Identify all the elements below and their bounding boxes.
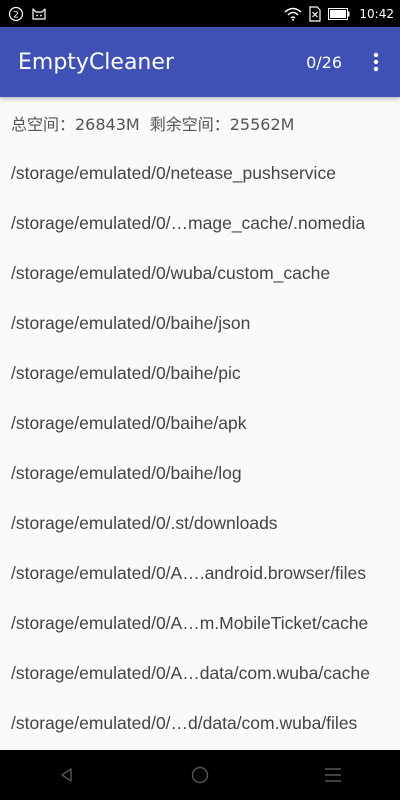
back-button[interactable] <box>47 755 87 795</box>
menu-lines-icon <box>325 768 342 782</box>
app-toolbar: EmptyCleaner 0/26 <box>0 27 400 97</box>
wifi-icon <box>284 7 302 21</box>
status-time: 10:42 <box>359 6 394 21</box>
list-item[interactable]: /storage/emulated/0/baihe/apk <box>11 398 396 448</box>
list-item[interactable]: /storage/emulated/0/.st/downloads <box>11 498 396 548</box>
list-item[interactable]: /storage/emulated/0/netease_pushservice <box>11 148 396 198</box>
status-bar-left: 2 <box>8 6 47 22</box>
list-item[interactable]: /storage/emulated/0/…d/data/com.wuba/fil… <box>11 698 396 748</box>
back-triangle-icon <box>60 768 72 782</box>
list-item[interactable]: /storage/emulated/0/baihe/pic <box>11 348 396 398</box>
list-item[interactable]: /storage/emulated/0/…mage_cache/.nomedia <box>11 198 396 248</box>
free-space-label: 剩余空间：25562M <box>149 115 295 134</box>
home-button[interactable] <box>180 755 220 795</box>
menu-button[interactable] <box>313 755 353 795</box>
total-space-label: 总空间：26843M <box>11 115 140 134</box>
battery-icon <box>328 7 350 20</box>
list-item[interactable]: /storage/emulated/0/wuba/custom_cache <box>11 248 396 298</box>
cat-icon <box>31 6 47 22</box>
overflow-menu-button[interactable] <box>366 42 386 82</box>
storage-space-info: 总空间：26843M 剩余空间：25562M <box>11 111 304 135</box>
folder-list[interactable]: 总空间：26843M 剩余空间：25562M /storage/emulated/… <box>0 97 400 750</box>
list-item[interactable]: /storage/emulated/0/A…m.MobileTicket/cac… <box>11 598 396 648</box>
selection-counter: 0/26 <box>306 52 342 72</box>
list-item[interactable]: /storage/emulated/0/baihe/json <box>11 298 396 348</box>
notification-count-icon: 2 <box>8 6 24 22</box>
home-circle-icon <box>191 766 209 784</box>
status-bar-right: 10:42 <box>284 5 394 22</box>
more-vertical-icon <box>373 52 379 72</box>
list-item[interactable]: /storage/emulated/0/baihe/log <box>11 448 396 498</box>
list-item[interactable]: /storage/emulated/0/A…data/com.wuba/cach… <box>11 648 396 698</box>
sim-icon <box>309 5 322 22</box>
navigation-bar <box>0 750 400 800</box>
list-item[interactable]: /storage/emulated/0/A….android.browser/f… <box>11 548 396 598</box>
status-bar: 2 10:42 <box>0 0 400 27</box>
app-title: EmptyCleaner <box>18 49 174 75</box>
svg-text:2: 2 <box>13 10 19 20</box>
